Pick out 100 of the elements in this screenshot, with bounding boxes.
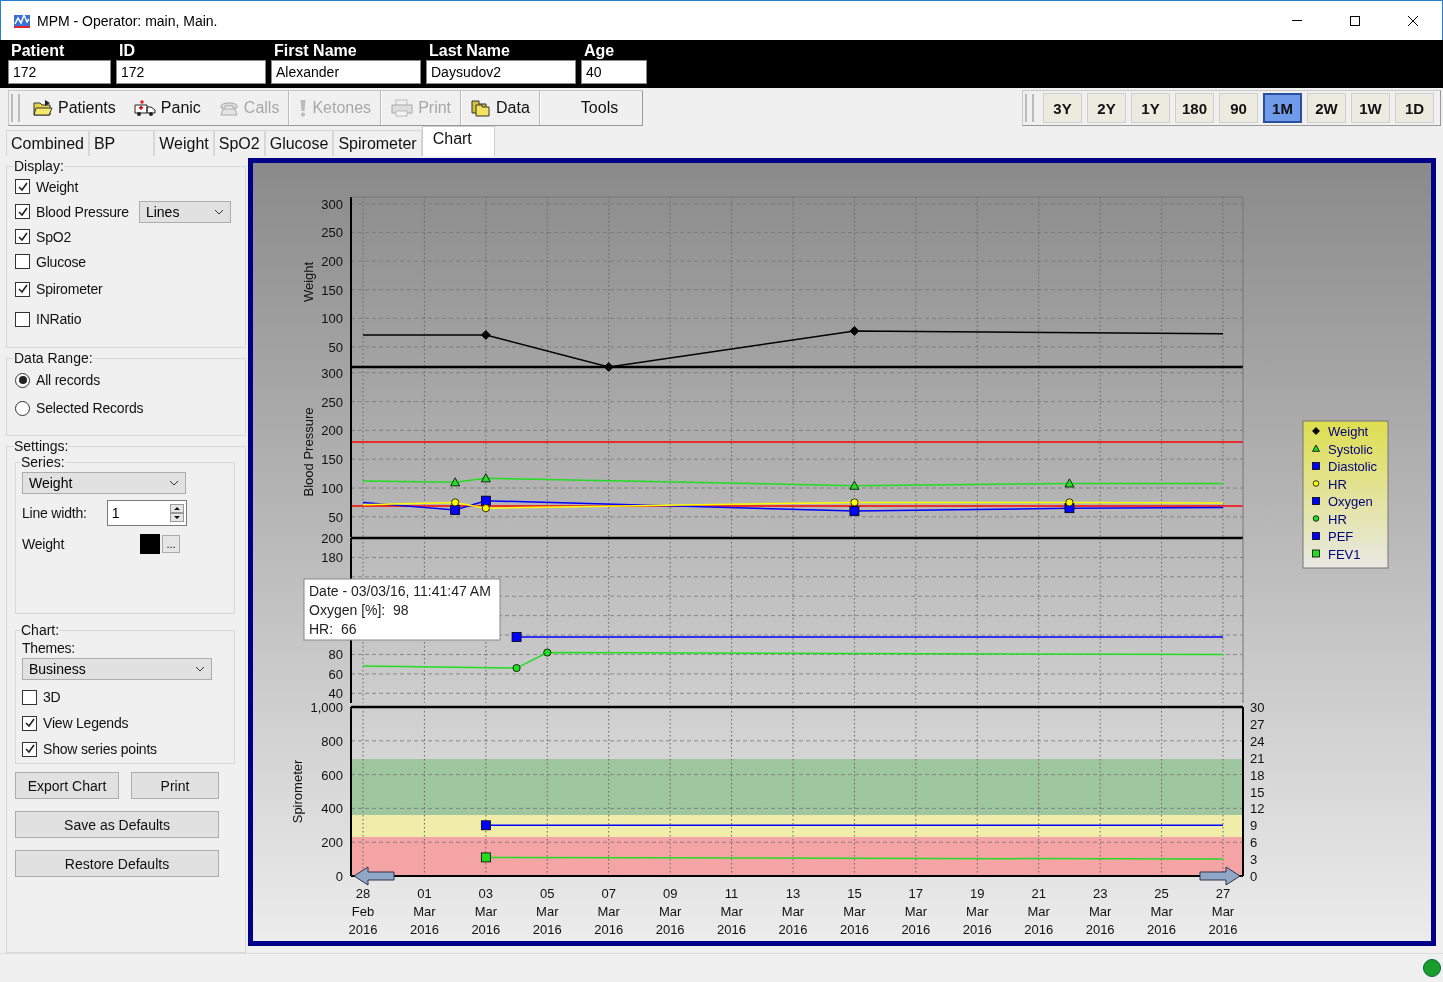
- axis-tick-label: 150: [321, 452, 343, 468]
- toolbar-button[interactable]: Panic: [124, 92, 210, 124]
- date-label: 13 Mar 2016: [778, 886, 808, 937]
- date-label: 23 Mar 2016: [1085, 886, 1115, 937]
- toolbar-button[interactable]: Tools: [540, 92, 643, 124]
- window-title: MPM - Operator: main, Main.: [37, 12, 218, 29]
- axis-tick-label: 0: [335, 869, 343, 884]
- axis-tick-label: 250: [321, 225, 343, 241]
- axis-tick-label: 600: [321, 767, 343, 783]
- field-label: Line width:: [22, 505, 87, 521]
- axis-tick-label: 50: [328, 339, 343, 355]
- spin-arrows-icon[interactable]: [169, 504, 184, 522]
- theme-dropdown[interactable]: Business: [22, 658, 212, 680]
- range-button[interactable]: 3Y: [1043, 93, 1082, 123]
- axis-tick-label: 21: [1250, 750, 1265, 766]
- axis-title: Blood Pressure: [301, 407, 316, 497]
- range-button[interactable]: 2W: [1307, 93, 1346, 123]
- checkbox-label: View Legends: [43, 715, 129, 731]
- range-button[interactable]: 1W: [1351, 93, 1390, 123]
- exclamation-icon: [299, 99, 308, 117]
- input-field[interactable]: Daysudov2: [426, 60, 576, 84]
- field-label: Patient: [10, 42, 66, 60]
- chevron-down-icon: [169, 480, 179, 486]
- radio-label: All records: [36, 372, 100, 388]
- axis-tick-label: 300: [321, 196, 343, 212]
- date-label: 25 Mar 2016: [1147, 886, 1177, 937]
- group-label: Display:: [14, 158, 64, 174]
- checkbox-label: INRatio: [36, 311, 82, 327]
- group-label: Data Range:: [14, 350, 93, 366]
- date-label: 03 Mar 2016: [471, 886, 501, 937]
- checkbox[interactable]: [22, 741, 37, 757]
- tab[interactable]: BP: [88, 130, 155, 156]
- tab[interactable]: Combined: [6, 130, 89, 156]
- print-button[interactable]: Print: [131, 772, 219, 799]
- legend-label: FEV1: [1328, 546, 1361, 562]
- range-button[interactable]: 1Y: [1131, 93, 1170, 123]
- range-button[interactable]: 2Y: [1087, 93, 1126, 123]
- axis-title: Weight: [301, 261, 316, 303]
- dropdown[interactable]: Lines: [138, 200, 231, 223]
- date-label: 19 Mar 2016: [962, 886, 992, 937]
- axis-tick-label: 9: [1250, 818, 1258, 834]
- more-button[interactable]: ...: [162, 535, 180, 553]
- save-button[interactable]: Save as Defaults: [15, 811, 219, 838]
- tab[interactable]: Chart: [421, 126, 495, 156]
- scroll-right-icon[interactable]: [1199, 866, 1241, 886]
- range-button[interactable]: 1M: [1263, 93, 1302, 123]
- checkbox[interactable]: [22, 689, 37, 705]
- ambulance-icon: [133, 99, 156, 117]
- field-label: Last Name: [428, 42, 511, 60]
- restore-button[interactable]: Restore Defaults: [15, 850, 219, 877]
- checkbox[interactable]: [15, 254, 30, 269]
- axis-tick-label: 12: [1250, 801, 1265, 817]
- axis-tick-label: 60: [328, 666, 343, 682]
- axis-tick-label: 18: [1250, 767, 1265, 783]
- axis-tick-label: 40: [328, 686, 343, 702]
- line-width-spinner[interactable]: 1: [106, 500, 187, 526]
- range-button[interactable]: 180: [1175, 93, 1214, 123]
- date-label: 01 Mar 2016: [409, 886, 439, 937]
- axis-tick-label: 0: [1250, 869, 1258, 884]
- toolbar-button[interactable]: Data: [462, 92, 539, 124]
- tab[interactable]: Weight: [154, 130, 214, 156]
- checkbox[interactable]: [15, 229, 30, 244]
- radio-button[interactable]: [15, 372, 30, 388]
- checkbox[interactable]: [22, 715, 37, 731]
- field-label: First Name: [273, 42, 358, 60]
- radio-button[interactable]: [15, 400, 30, 416]
- maximize-icon: [1349, 14, 1361, 27]
- export-button[interactable]: Export Chart: [15, 772, 119, 799]
- toolbar-grip[interactable]: [11, 94, 20, 122]
- toolbar-button[interactable]: Patients: [24, 92, 125, 124]
- tab[interactable]: SpO2: [213, 130, 265, 156]
- tooltip-text: Oxygen [%]: 98: [309, 602, 409, 618]
- date-label: 27 Mar 2016: [1208, 886, 1238, 937]
- axis-tick-label: 1,000: [310, 700, 343, 715]
- group-label: Settings:: [14, 438, 69, 454]
- checkbox[interactable]: [15, 311, 30, 327]
- date-label: 28 Feb 2016: [348, 886, 378, 937]
- checkbox[interactable]: [15, 179, 30, 194]
- checkbox[interactable]: [15, 281, 30, 297]
- checkbox[interactable]: [15, 204, 30, 219]
- axis-tick-label: 30: [1250, 700, 1265, 715]
- date-label: 21 Mar 2016: [1024, 886, 1054, 937]
- color-swatch[interactable]: [140, 534, 160, 554]
- input-field[interactable]: 40: [581, 60, 647, 84]
- input-field[interactable]: 172: [8, 60, 111, 84]
- printer-icon: [391, 99, 414, 117]
- tab[interactable]: Glucose: [264, 130, 334, 156]
- close-icon: [1407, 14, 1419, 27]
- tab[interactable]: Spirometer: [333, 130, 422, 156]
- input-field[interactable]: Alexander: [271, 60, 421, 84]
- date-label: 07 Mar 2016: [594, 886, 624, 937]
- input-field[interactable]: 172: [116, 60, 266, 84]
- series-dropdown[interactable]: Weight: [22, 472, 186, 494]
- range-button[interactable]: 90: [1219, 93, 1258, 123]
- range-button[interactable]: 1D: [1395, 93, 1434, 123]
- checkbox-label: Spirometer: [36, 281, 103, 297]
- axis-tick-label: 100: [321, 481, 343, 496]
- scroll-left-icon[interactable]: [353, 866, 395, 886]
- toolbar-grip[interactable]: [1025, 94, 1034, 122]
- folders-icon: [471, 99, 492, 117]
